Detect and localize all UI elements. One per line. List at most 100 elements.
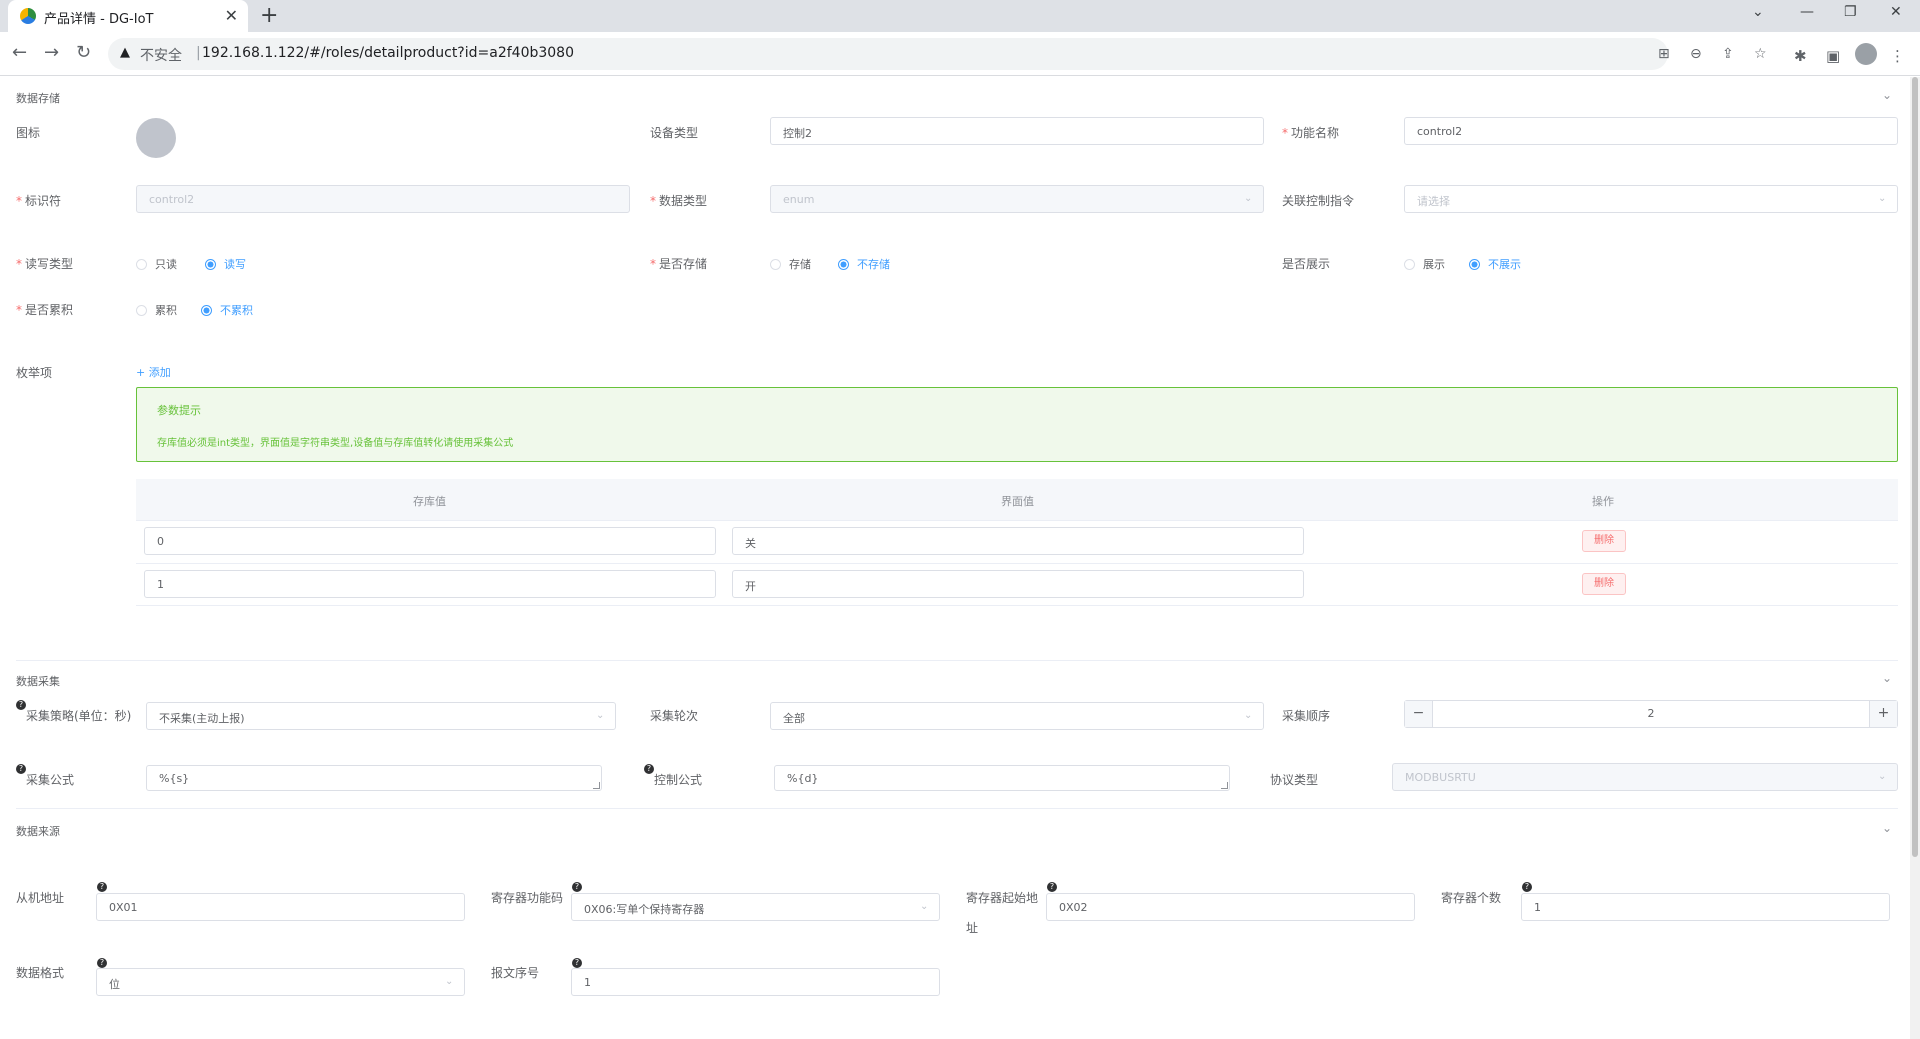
decrement-button[interactable]: − — [1405, 701, 1433, 727]
radio-accum[interactable]: 累积 — [136, 302, 177, 318]
help-icon[interactable]: ? — [572, 882, 582, 892]
share-icon[interactable]: ⇪ — [1722, 46, 1734, 62]
minimize-icon[interactable]: — — [1800, 4, 1814, 20]
col-action: 操作 — [1592, 495, 1614, 508]
delete-row-button[interactable]: 删除 — [1582, 530, 1626, 552]
order-stepper[interactable]: − 2 + — [1404, 700, 1898, 728]
func-name-input[interactable]: control2 — [1404, 117, 1898, 145]
help-icon[interactable]: ? — [1522, 882, 1532, 892]
help-icon[interactable]: ? — [572, 958, 582, 968]
device-type-input[interactable]: 控制2 — [770, 117, 1264, 145]
identifier-input: control2 — [136, 185, 630, 213]
radio-dot — [136, 259, 147, 270]
radio-label: 存储 — [789, 258, 811, 271]
radio-no-store[interactable]: 不存储 — [838, 256, 890, 272]
radio-no-show[interactable]: 不展示 — [1469, 256, 1521, 272]
col-store-value: 存库值 — [413, 495, 446, 508]
radio-label: 读写 — [224, 258, 246, 271]
help-icon[interactable]: ? — [16, 764, 26, 774]
strategy-select[interactable]: 不采集(主动上报) — [146, 702, 616, 730]
back-icon[interactable]: ← — [12, 42, 27, 63]
func-code-select[interactable]: 0X06:写单个保持寄存器 — [571, 893, 940, 921]
store-value-input-1[interactable]: 1 — [144, 570, 716, 598]
data-type-select: enum — [770, 185, 1264, 213]
chevron-down-icon: ⌄ — [1878, 193, 1887, 204]
close-tab-icon[interactable]: ✕ — [225, 6, 238, 25]
device-type-label: 设备类型 — [650, 126, 699, 140]
close-window-icon[interactable]: ✕ — [1890, 4, 1902, 20]
side-panel-icon[interactable]: ▣ — [1826, 47, 1840, 65]
store-value-input-0[interactable]: 0 — [144, 527, 716, 555]
restore-icon[interactable]: ❐ — [1844, 4, 1857, 20]
product-icon-upload[interactable] — [136, 118, 176, 158]
radio-no-accum[interactable]: 不累积 — [201, 302, 253, 318]
delete-row-button[interactable]: 删除 — [1582, 573, 1626, 595]
section-title-storage: 数据存储 — [16, 92, 60, 105]
slave-addr-input[interactable]: 0X01 — [96, 893, 465, 921]
url-text: 192.168.1.122/#/roles/detailproduct?id=a… — [202, 45, 574, 61]
help-icon[interactable]: ? — [97, 882, 107, 892]
chevron-down-icon: ⌄ — [1244, 710, 1253, 721]
address-bar: ← → ↻ ▲ 不安全 | 192.168.1.122/#/roles/deta… — [0, 32, 1920, 76]
new-tab-icon[interactable]: + — [260, 3, 278, 28]
zoom-icon[interactable]: ⊖ — [1690, 46, 1702, 62]
reg-count-input[interactable]: 1 — [1521, 893, 1890, 921]
browser-tab-bar: 产品详情 - DG-IoT ✕ + ⌄ — ❐ ✕ — [0, 0, 1920, 32]
ctrl-formula-textarea[interactable]: %{d} — [774, 765, 1230, 791]
help-icon[interactable]: ? — [16, 700, 26, 710]
profile-avatar[interactable] — [1855, 43, 1877, 65]
scrollbar[interactable] — [1910, 77, 1920, 1039]
data-format-select[interactable]: 位 — [96, 968, 465, 996]
msg-seq-input[interactable]: 1 — [571, 968, 940, 996]
browser-tab[interactable]: 产品详情 - DG-IoT ✕ — [8, 0, 248, 32]
radio-dot — [1404, 259, 1415, 270]
radio-label: 不累积 — [220, 304, 253, 317]
formula-textarea[interactable]: %{s} — [146, 765, 602, 791]
ctrl-cmd-select[interactable]: 请选择 — [1404, 185, 1898, 213]
chevron-down-icon[interactable]: ⌄ — [1882, 671, 1892, 685]
url-separator: | — [196, 45, 201, 61]
chevron-down-icon: ⌄ — [445, 976, 454, 987]
chevron-down-icon: ⌄ — [1878, 771, 1887, 782]
radio-label: 累积 — [155, 304, 177, 317]
chevron-down-icon: ⌄ — [596, 710, 605, 721]
msg-seq-label: 报文序号 — [491, 966, 540, 980]
ui-value-input-0[interactable]: 关 — [732, 527, 1304, 555]
menu-icon[interactable]: ⋮ — [1890, 47, 1905, 65]
round-label: 采集轮次 — [650, 709, 699, 723]
add-enum-button[interactable]: + 添加 — [136, 364, 171, 380]
scrollbar-thumb[interactable] — [1912, 77, 1918, 857]
url-field[interactable]: ▲ 不安全 | 192.168.1.122/#/roles/detailprod… — [108, 38, 1767, 70]
section-divider — [16, 808, 1898, 809]
radio-read-only[interactable]: 只读 — [136, 256, 177, 272]
ctrl-cmd-label: 关联控制指令 — [1282, 194, 1355, 208]
func-code-label: 寄存器功能码 — [491, 891, 564, 905]
section-divider — [16, 660, 1898, 661]
icon-label: 图标 — [16, 126, 41, 140]
help-icon[interactable]: ? — [97, 958, 107, 968]
help-icon[interactable]: ? — [644, 764, 654, 774]
radio-dot — [201, 305, 212, 316]
increment-button[interactable]: + — [1869, 701, 1897, 727]
warning-icon: ▲ — [120, 45, 130, 60]
protocol-select: MODBUSRTU — [1392, 763, 1898, 791]
extensions-icon[interactable]: ✱ — [1794, 47, 1807, 65]
radio-read-write[interactable]: 读写 — [205, 256, 246, 272]
radio-show[interactable]: 展示 — [1404, 256, 1445, 272]
round-select[interactable]: 全部 — [770, 702, 1264, 730]
translate-icon[interactable]: ⊞ — [1658, 46, 1670, 62]
chevron-down-icon[interactable]: ⌄ — [1882, 821, 1892, 835]
forward-icon[interactable]: → — [44, 42, 59, 63]
radio-store[interactable]: 存储 — [770, 256, 811, 272]
reg-start-label-cont: 址 — [966, 921, 979, 935]
radio-label: 展示 — [1423, 258, 1445, 271]
tab-search-icon[interactable]: ⌄ — [1752, 4, 1764, 20]
tab-title: 产品详情 - DG-IoT — [44, 12, 154, 27]
reload-icon[interactable]: ↻ — [76, 42, 91, 63]
chevron-down-icon[interactable]: ⌄ — [1882, 88, 1892, 102]
bookmark-star-icon[interactable]: ☆ — [1754, 46, 1767, 62]
ui-value-input-1[interactable]: 开 — [732, 570, 1304, 598]
help-icon[interactable]: ? — [1047, 882, 1057, 892]
reg-count-label: 寄存器个数 — [1441, 891, 1502, 905]
reg-start-input[interactable]: 0X02 — [1046, 893, 1415, 921]
